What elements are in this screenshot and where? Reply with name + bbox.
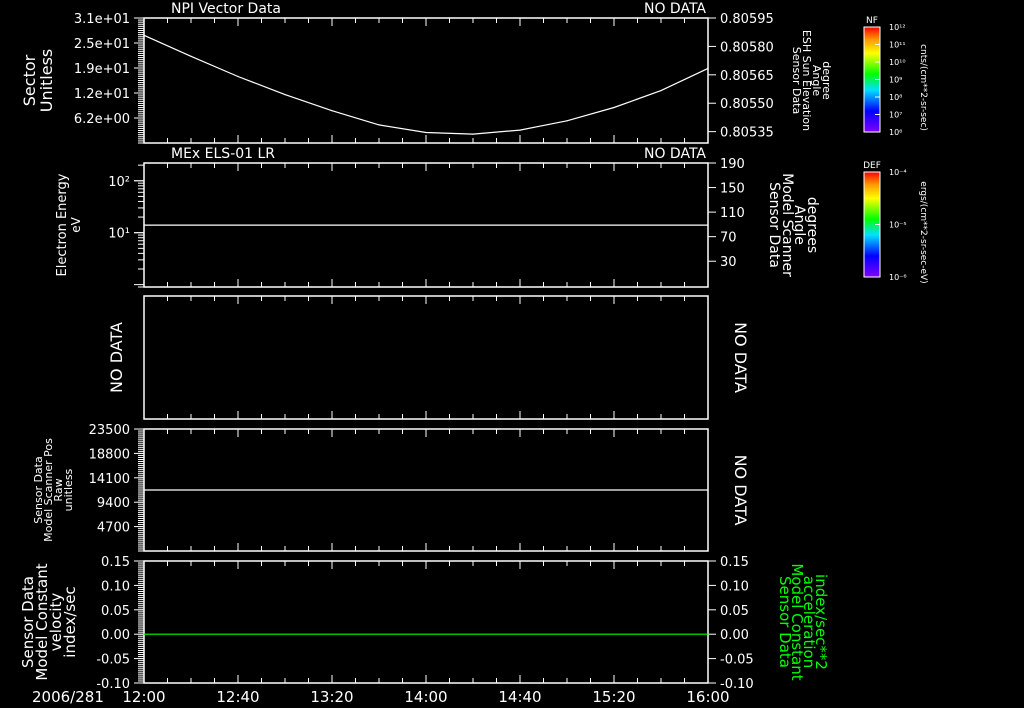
x-tick-label: 15:20	[592, 688, 635, 706]
colorbar-tick-label: 10¹²	[889, 23, 906, 32]
data-point	[707, 489, 709, 491]
data-point	[707, 224, 709, 226]
colorbar-title: DEF	[863, 161, 881, 171]
multi-panel-plot: 2006/281 NPI Vector Data NO DATA 3.1e+01 2.…	[19, 1, 928, 706]
y-axis-label: Unitless	[37, 49, 56, 113]
y-tick-label: 1.9e+01	[74, 62, 130, 77]
y2-tick-label: 0.00	[720, 628, 749, 643]
colorbar-unit: cnts/(cm**2-sr-sec)	[918, 44, 928, 131]
y-axis-label: NO DATA	[107, 322, 126, 393]
y2-tick-label: 0.80595	[720, 12, 774, 27]
x-tick-label: 12:00	[122, 688, 165, 706]
y-tick-label: 4700	[97, 521, 130, 536]
y2-tick-label: 0.80550	[720, 97, 774, 112]
data-point	[143, 489, 145, 491]
colorbar-tick-label: 10⁹	[889, 76, 902, 85]
data-point	[707, 67, 709, 70]
x-tick-label: 14:00	[404, 688, 447, 706]
data-point	[284, 94, 286, 96]
x-tick-label: 12:40	[216, 688, 259, 706]
y-tick-label: 10¹	[108, 227, 130, 242]
data-point	[237, 75, 239, 78]
data-point	[613, 106, 615, 109]
y2-tick-label: 0.80565	[720, 69, 774, 84]
data-point	[472, 133, 474, 135]
x-tick-label: 14:40	[498, 688, 541, 706]
colorbar-tick-label: 10⁻⁵	[889, 221, 907, 230]
colorbar-unit: ergs/(cm**2-sr-sec-eV)	[918, 181, 928, 283]
y2-tick-label: 190	[720, 157, 745, 172]
y-tick-label: 0.10	[101, 579, 130, 594]
panel-frame	[143, 295, 709, 420]
colorbar-tick-label: 10⁻⁴	[889, 168, 907, 177]
colorbar-title: NF	[866, 16, 878, 26]
y-axis-label: Electron Energy	[55, 173, 70, 276]
y-tick-label: -0.05	[96, 653, 130, 668]
data-point	[425, 131, 427, 134]
data-point	[660, 89, 662, 92]
y-tick-label: 14100	[89, 472, 130, 487]
y2-tick-label: 0.80580	[720, 40, 774, 55]
data-point	[143, 34, 145, 36]
data-point	[331, 110, 333, 112]
y2-tick-label: -0.05	[720, 653, 754, 668]
y-tick-label: 6.2e+00	[74, 112, 130, 127]
colorbar-tick-label: 10⁶	[889, 128, 902, 137]
colorbar-tick-label: 10¹⁰	[889, 58, 906, 67]
panel-title: NPI Vector Data	[171, 1, 281, 17]
y-tick-label: 1.2e+01	[74, 87, 130, 102]
y2-tick-label: 0.15	[720, 555, 749, 570]
x-tick-label: 16:00	[686, 688, 729, 706]
y-axis-label: index/sec	[61, 586, 79, 657]
y-tick-label: 3.1e+01	[74, 12, 130, 27]
panel-status: NO DATA	[644, 146, 706, 162]
panel-frame	[143, 560, 709, 684]
data-point	[190, 55, 192, 57]
y2-tick-label: 0.80535	[720, 126, 774, 141]
y2-tick-label: 0.10	[720, 579, 749, 594]
y-tick-label: 0.00	[101, 628, 130, 643]
y2-axis-label: NO DATA	[731, 322, 750, 393]
x-tick-label: 13:20	[310, 688, 353, 706]
y2-axis-label: degrees	[804, 197, 820, 253]
y2-tick-label: 110	[720, 206, 745, 221]
date-label: 2006/281	[32, 688, 104, 706]
y-tick-label: 0.05	[101, 604, 130, 619]
y-axis-label: eV	[69, 216, 83, 232]
y2-axis-label: index/sec**2	[812, 574, 830, 670]
data-point	[566, 120, 568, 122]
data-point	[707, 633, 709, 635]
y2-tick-label: 0.05	[720, 604, 749, 619]
data-point	[378, 124, 380, 126]
y-tick-label: 2.5e+01	[74, 37, 130, 52]
panel-status: NO DATA	[644, 1, 706, 17]
colorbar-tick-label: 10⁻⁶	[889, 273, 907, 282]
y-tick-label: 0.15	[101, 555, 130, 570]
y2-axis-label: degree	[820, 61, 833, 100]
panel-title: MEx ELS-01 LR	[171, 146, 275, 162]
data-point	[519, 129, 521, 131]
data-series-line	[143, 34, 709, 135]
colorbar-tick-label: 10⁷	[889, 111, 902, 120]
y-tick-label: 23500	[89, 423, 130, 438]
y-tick-label: 9400	[97, 496, 130, 511]
y-tick-label: 10²	[108, 175, 130, 190]
colorbar-tick-label: 10⁸	[889, 93, 902, 102]
y-tick-label: 18800	[89, 447, 130, 462]
y2-tick-label: 30	[720, 255, 737, 270]
y-axis-label: unitless	[62, 468, 75, 511]
y2-axis-label: NO DATA	[731, 455, 750, 526]
colorbar-tick-label: 10¹¹	[889, 41, 906, 50]
data-point	[143, 633, 145, 635]
data-point	[143, 224, 145, 226]
panel-frame	[143, 17, 709, 144]
y2-tick-label: 150	[720, 182, 745, 197]
y2-tick-label: 70	[720, 231, 737, 246]
